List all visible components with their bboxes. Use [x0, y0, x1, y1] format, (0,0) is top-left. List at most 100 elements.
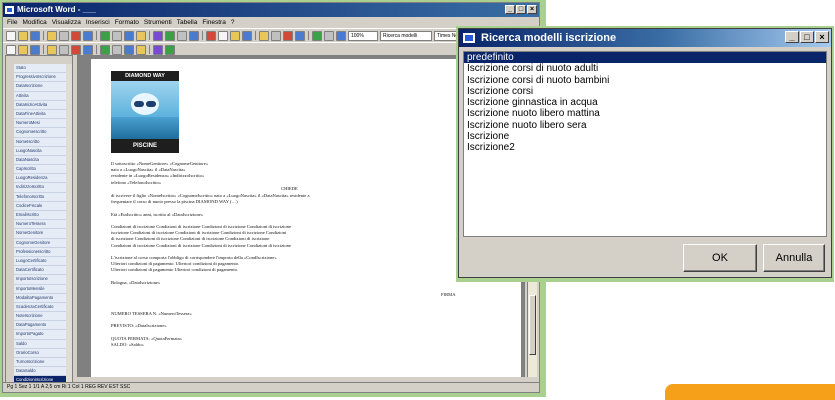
minimize-icon[interactable]: _ [785, 31, 799, 43]
paste-icon[interactable] [112, 30, 122, 41]
merge-field-item[interactable]: DataFineAttivita [14, 109, 69, 120]
template-combo[interactable]: Ricerca modelli [380, 30, 432, 41]
merge-field-item[interactable]: DataNascita [14, 155, 69, 166]
merge-field-item[interactable]: DataInizioAttivita [14, 100, 69, 110]
merge-field-item[interactable]: DataPagamento [14, 321, 69, 331]
merge-field-item[interactable]: CognomeGenitore [14, 238, 69, 248]
preview-icon[interactable] [59, 30, 69, 41]
cut-icon[interactable] [83, 30, 93, 41]
menu-item[interactable]: Finestra [202, 17, 225, 28]
merge-fields-scrollbar[interactable] [66, 64, 72, 384]
find-icon[interactable] [165, 44, 175, 55]
merge-helper-icon[interactable] [100, 44, 110, 55]
bullets-icon[interactable] [324, 30, 334, 41]
merge-field-item[interactable]: DataIscrizione [14, 82, 69, 92]
merge-field-item[interactable]: ProfessioneIscritto [14, 247, 69, 257]
scroll-thumb[interactable] [529, 295, 536, 355]
word-title-bar[interactable]: Microsoft Word - ___ _ □ × [3, 3, 539, 17]
merge-field-item[interactable]: NumeroMesi [14, 119, 69, 129]
maximize-icon[interactable]: □ [516, 5, 526, 14]
word-app-icon[interactable] [5, 6, 14, 14]
check-errors-icon[interactable] [112, 44, 122, 55]
open-icon[interactable] [18, 30, 28, 41]
close-icon[interactable]: × [815, 31, 829, 43]
new-icon[interactable] [6, 30, 16, 41]
merge-field-item[interactable]: NoteIscrizione [14, 312, 69, 322]
cancel-button[interactable]: Annulla [763, 244, 825, 272]
merge-field-item[interactable]: NomeIscritto [14, 137, 69, 147]
template-list-item[interactable]: Iscrizione nuoto libero sera [464, 120, 826, 131]
minimize-icon[interactable]: _ [505, 5, 515, 14]
menu-item[interactable]: Modifica [22, 17, 46, 28]
undo-icon[interactable] [124, 30, 134, 41]
template-list-item[interactable]: Iscrizione ginnastica in acqua [464, 97, 826, 108]
underline-icon[interactable] [271, 30, 281, 41]
merge-field-item[interactable]: LuogoNascita [14, 146, 69, 156]
dialog-app-icon[interactable] [463, 33, 475, 43]
numbering-icon[interactable] [336, 30, 346, 41]
merge-field-item[interactable]: NumeroTessera [14, 220, 69, 230]
merge-field-item[interactable]: OrarioCorso [14, 348, 69, 358]
merge-icon[interactable] [153, 44, 163, 55]
drawing-icon[interactable] [189, 30, 199, 41]
next-record-icon[interactable] [71, 44, 81, 55]
link-icon[interactable] [153, 30, 163, 41]
merge-field-item[interactable]: LuogoResidenza [14, 174, 69, 184]
merge-field-item[interactable]: ImportoMensile [14, 284, 69, 294]
prev-record-icon[interactable] [59, 44, 69, 55]
merge-field-item[interactable]: DataSaldo [14, 367, 69, 377]
align-right-icon[interactable] [312, 30, 322, 41]
template-list-item[interactable]: Iscrizione corsi [464, 86, 826, 97]
dialog-title-bar[interactable]: Ricerca modelli iscrizione _ □ × [459, 29, 831, 47]
merge-print-icon[interactable] [136, 44, 146, 55]
save-icon[interactable] [30, 30, 40, 41]
last-record-icon[interactable] [83, 44, 93, 55]
merge-field-item[interactable]: NomeGenitore [14, 229, 69, 239]
close-icon[interactable]: × [527, 5, 537, 14]
align-center-icon[interactable] [295, 30, 305, 41]
table-icon[interactable] [165, 30, 175, 41]
print-icon[interactable] [47, 30, 57, 41]
template-list-item[interactable]: Iscrizione2 [464, 142, 826, 153]
merge-field-item[interactable]: LuogoCertificato [14, 256, 69, 267]
view-data-icon[interactable] [30, 44, 40, 55]
spell-icon[interactable] [71, 30, 81, 41]
merge-field-item[interactable]: ProgressivoIscrizione [14, 73, 69, 83]
template-list-item[interactable]: Iscrizione corsi di nuoto bambini [464, 75, 826, 86]
merge-new-icon[interactable] [124, 44, 134, 55]
menu-item[interactable]: Strumenti [144, 17, 172, 28]
merge-field-item[interactable]: IndirizzoIscritto [14, 183, 69, 193]
template-list-item[interactable]: Iscrizione [464, 131, 826, 142]
italic-icon[interactable] [259, 30, 269, 41]
zoom-combo[interactable]: 100% [348, 30, 378, 41]
merge-field-item[interactable]: ModalitaPagamento [14, 293, 69, 303]
merge-field-item[interactable]: CodiceFiscale [14, 201, 69, 211]
bold-icon[interactable] [242, 30, 252, 41]
copy-icon[interactable] [100, 30, 110, 41]
menu-item[interactable]: Formato [115, 17, 139, 28]
word-field-icon[interactable] [18, 44, 28, 55]
redo-icon[interactable] [136, 30, 146, 41]
merge-field-item[interactable]: CapIscritto [14, 165, 69, 175]
menu-item[interactable]: File [7, 17, 17, 28]
merge-field-item[interactable]: DataCertificato [14, 266, 69, 276]
merge-field-item[interactable]: TelefonoIscritto [14, 192, 69, 202]
map-icon[interactable] [206, 30, 216, 41]
template-list-item[interactable]: Iscrizione corsi di nuoto adulti [464, 63, 826, 74]
merge-field-item[interactable]: EmailIscritto [14, 211, 69, 221]
merge-field-item[interactable]: ImportoIscrizione [14, 275, 69, 285]
merge-field-item[interactable]: ImportoPagato [14, 330, 69, 340]
menu-item[interactable]: Inserisci [86, 17, 110, 28]
columns-icon[interactable] [177, 30, 187, 41]
template-list-item[interactable]: Iscrizione nuoto libero mattina [464, 108, 826, 119]
merge-field-item[interactable]: TurnoIscrizione [14, 358, 69, 368]
merge-field-item[interactable]: Saldo [14, 339, 69, 349]
template-list-item[interactable]: predefinito [464, 52, 826, 64]
first-record-icon[interactable] [47, 44, 57, 55]
menu-item[interactable]: Visualizza [52, 17, 81, 28]
ok-button[interactable]: OK [683, 244, 757, 272]
merge-field-item[interactable]: Stato [14, 64, 69, 74]
insert-field-icon[interactable] [6, 44, 16, 55]
merge-field-item[interactable]: Attivita [14, 91, 69, 101]
maximize-icon[interactable]: □ [800, 31, 814, 43]
